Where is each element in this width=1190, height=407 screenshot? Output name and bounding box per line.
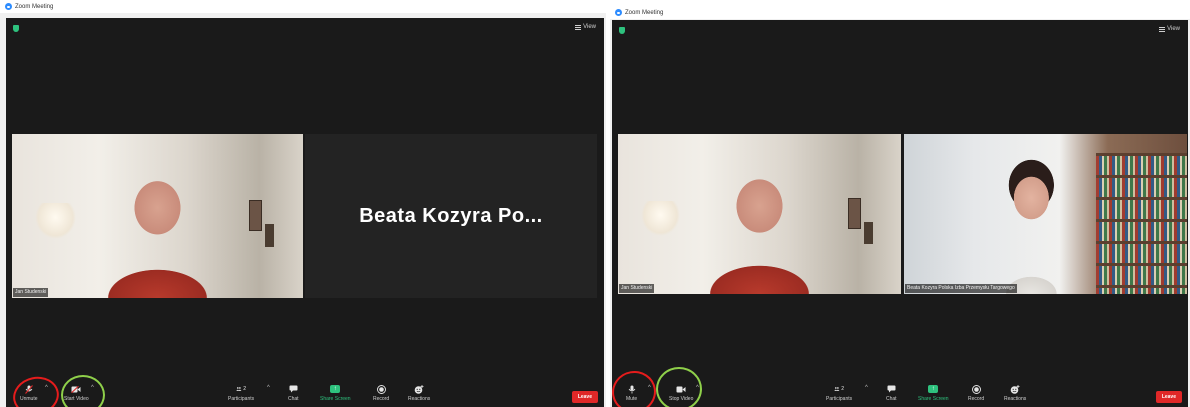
title-bar: Zoom Meeting [0,0,606,13]
highlight-circle-green [61,375,105,407]
reactions-button[interactable]: Reactions [1004,384,1027,402]
participants-label: Participants [228,396,255,402]
reactions-label: Reactions [1004,396,1027,402]
reactions-button[interactable]: Reactions [408,384,431,402]
view-button[interactable]: View [1159,26,1180,32]
chat-label: Chat [886,396,897,402]
participant-name-tag: Jan Studenski [13,288,49,297]
video-tile-jan[interactable]: Jan Studenski [12,134,303,298]
highlight-circle-green [656,367,702,407]
share-screen-button[interactable]: ↑ Share Screen [918,385,949,402]
reactions-label: Reactions [408,396,431,402]
meeting-area: View Jan Studenski Beata Kozyra Polska I… [610,20,1188,407]
shield-icon[interactable] [13,25,19,32]
participant-name-tag: Jan Studenski [619,284,655,293]
chat-label: Chat [288,396,299,402]
record-label: Record [373,396,390,402]
participants-button[interactable]: 2 Participants [826,385,852,402]
share-screen-icon: ↑ [928,385,939,393]
participants-icon: 2 [236,385,246,393]
lamp [35,202,76,239]
video-tile-beata[interactable]: Beata Kozyra Polska Izba Przemysłu Targo… [904,134,1187,294]
highlight-circle-red [610,367,660,407]
view-label: View [1167,26,1180,32]
record-button[interactable]: Record [968,384,985,402]
participants-button[interactable]: 2 Participants [228,385,254,402]
record-icon [971,384,981,394]
participants-icon: 2 [834,385,844,393]
leave-button[interactable]: Leave [571,391,598,403]
wall-frame [265,224,274,248]
view-label: View [583,24,596,30]
window-title: Zoom Meeting [15,3,54,10]
participant-name-tag: Beata Kozyra Polska Izba Przemysłu Targo… [905,284,1017,293]
share-screen-label: Share Screen [918,396,949,402]
chat-icon [288,385,298,393]
reactions-icon [1010,384,1020,394]
leave-button[interactable]: Leave [1155,391,1182,403]
participants-options-caret[interactable]: ^ [267,385,270,391]
bookshelf [1096,153,1187,294]
wall-frame [848,198,862,229]
record-icon [376,384,386,394]
highlight-circle-red [9,372,63,407]
record-label: Record [968,396,985,402]
title-bar: Zoom Meeting [610,6,1190,19]
record-button[interactable]: Record [373,384,390,402]
zoom-app-icon [5,3,12,10]
name-tile-beata[interactable]: Beata Kozyra Po... [305,134,597,298]
lamp [640,201,681,237]
share-screen-button[interactable]: ↑ Share Screen [320,385,351,402]
grid-icon [575,24,582,30]
participants-count: 2 [841,386,845,392]
view-button[interactable]: View [575,24,596,30]
wall-frame [248,199,263,232]
chat-button[interactable]: Chat [288,385,299,402]
participants-count: 2 [243,386,247,392]
meeting-area: View Jan Studenski Beata Kozyra Po... Un [6,18,604,407]
shield-icon[interactable] [619,27,625,34]
window-title: Zoom Meeting [625,9,664,16]
zoom-app-icon [615,9,622,16]
wall-frame [864,222,873,245]
grid-icon [1159,26,1166,32]
chat-button[interactable]: Chat [886,385,897,402]
participants-label: Participants [826,396,853,402]
video-tile-jan[interactable]: Jan Studenski [618,134,901,294]
meeting-toolbar: Mute ^ Stop Video ^ 2 Participants ^ Cha… [610,367,1188,407]
zoom-window-left: Zoom Meeting View Jan Studenski Beata Ko… [0,0,606,407]
participants-options-caret[interactable]: ^ [865,385,868,391]
share-screen-label: Share Screen [320,396,351,402]
reactions-icon [414,384,424,394]
meeting-toolbar: Unmute ^ Start Video ^ 2 Participants ^ … [6,372,604,407]
participant-display-name: Beata Kozyra Po... [359,204,543,227]
chat-icon [886,385,896,393]
share-screen-icon: ↑ [330,385,341,393]
zoom-window-right: Zoom Meeting View Jan Studenski Beata Ko… [610,6,1190,407]
